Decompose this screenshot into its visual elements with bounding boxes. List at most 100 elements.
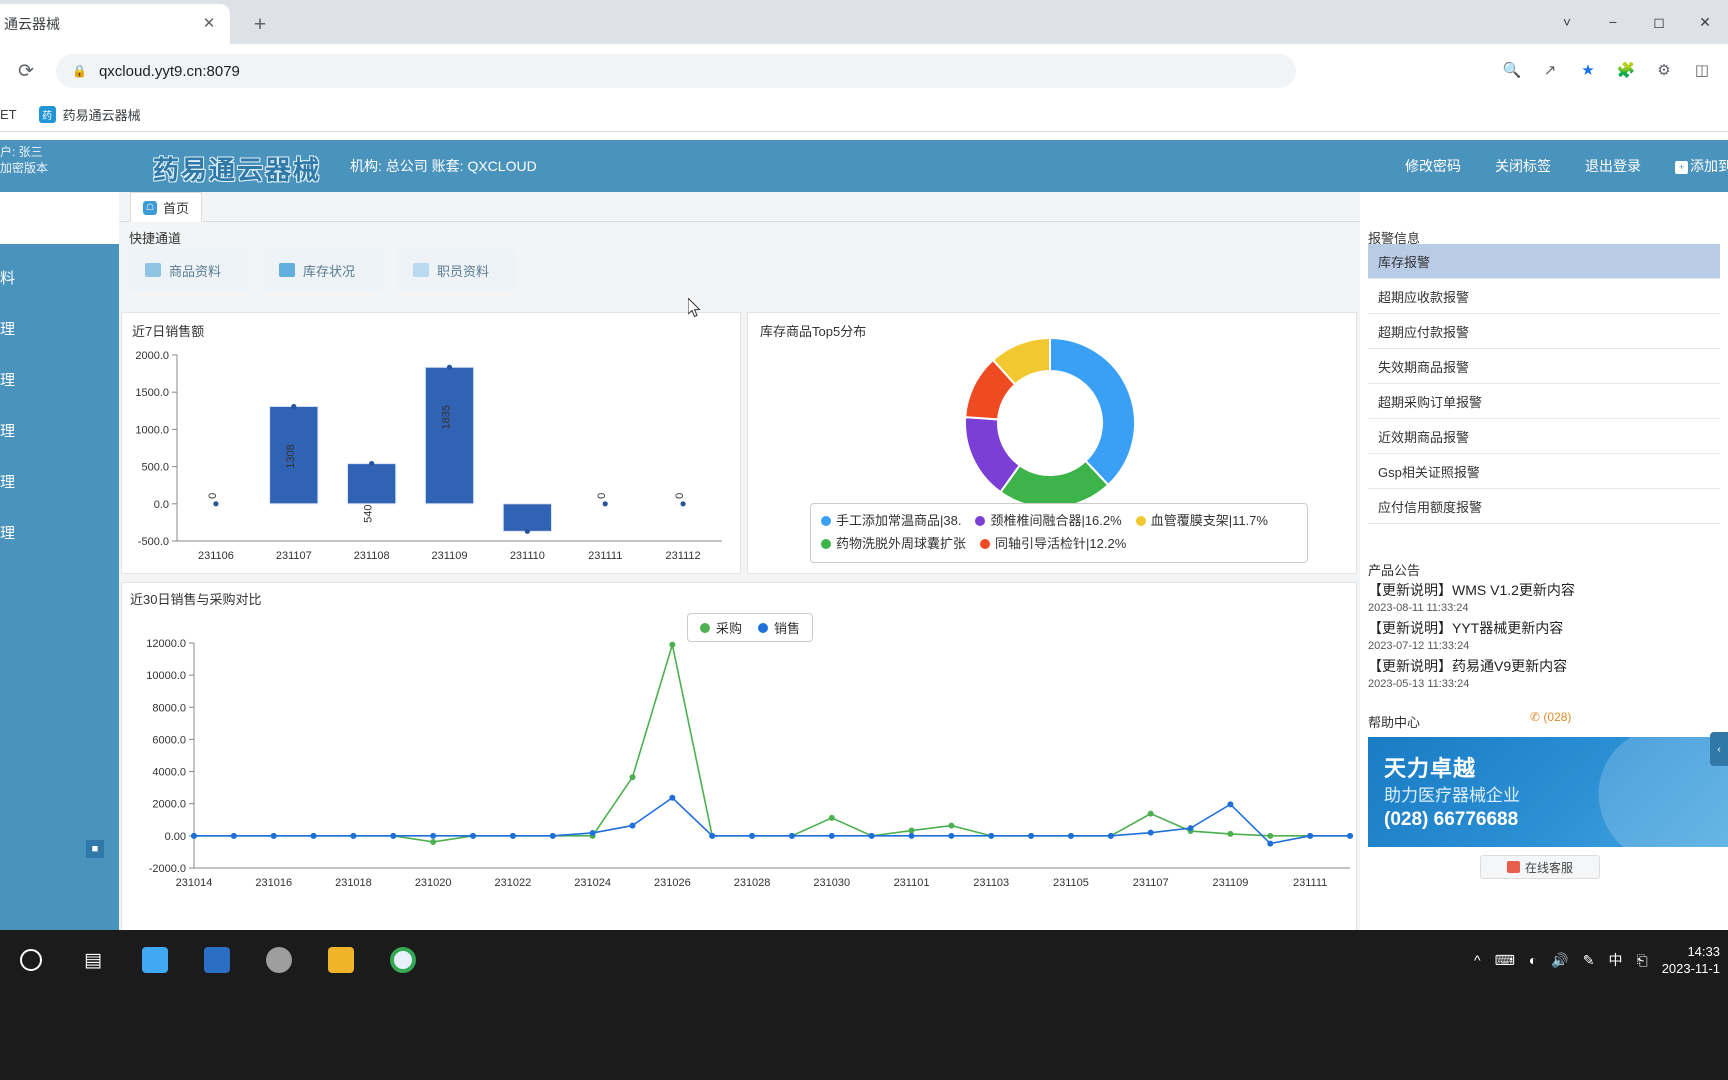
outlook-icon[interactable] [186, 930, 248, 990]
logout-link[interactable]: 退出登录 [1585, 156, 1641, 176]
close-icon[interactable]: ✕ [200, 15, 218, 33]
alarm-item-label: 应付信用额度报警 [1378, 499, 1483, 515]
svg-text:500.0: 500.0 [141, 462, 169, 474]
pie-legend-item[interactable]: 手工添加常温商品|38. [821, 510, 961, 532]
start-circle-icon[interactable] [0, 930, 62, 990]
alarm-item[interactable]: 超期应付款报警 [1368, 314, 1720, 349]
svg-text:231018: 231018 [335, 877, 372, 889]
pie-legend-item[interactable]: 同轴引导活检针|12.2% [980, 533, 1126, 555]
alarm-item-label: 超期采购订单报警 [1378, 394, 1483, 410]
notice-item-title[interactable]: 【更新说明】YYT器械更新内容 [1368, 618, 1720, 638]
ime-indicator[interactable]: 中 [1608, 950, 1622, 970]
pie-legend-label: 药物洗脱外周球囊扩张 [836, 536, 967, 551]
sidebar-item-4[interactable]: 理 [0, 456, 119, 507]
quick-card-staff[interactable]: 职员资料 [397, 248, 517, 292]
svg-text:231028: 231028 [734, 877, 771, 889]
notice-item-title[interactable]: 【更新说明】药易通V9更新内容 [1368, 656, 1720, 676]
task-view-icon[interactable]: ▤ [62, 930, 124, 990]
quick-card-stock[interactable]: 库存状况 [263, 248, 383, 292]
network-icon[interactable]: ◐ [1529, 952, 1537, 968]
help-phone-number: (028) [1543, 710, 1572, 724]
online-service-button[interactable]: 在线客服 [1480, 855, 1600, 879]
add-to-quick-link[interactable]: +添加到快捷通道 [1675, 156, 1728, 176]
legend-dot-icon [975, 516, 986, 526]
alarm-item-label: 失效期商品报警 [1378, 359, 1470, 375]
chevron-down-icon[interactable]: ˅ [1544, 0, 1590, 44]
pie-legend-item[interactable]: 药物洗脱外周球囊扩张 [821, 533, 966, 555]
alarm-item[interactable]: Gsp相关证照报警 [1368, 454, 1720, 489]
alarm-item[interactable]: 应付信用额度报警 [1368, 489, 1720, 524]
folder-icon[interactable] [310, 930, 372, 990]
pen-icon[interactable]: ✎ [1583, 952, 1595, 969]
address-bar[interactable]: 🔒 qxcloud.yyt9.cn:8079 [56, 54, 1296, 88]
star-icon[interactable]: ★ [1572, 54, 1604, 86]
alarm-item[interactable]: 库存报警 [1368, 244, 1720, 279]
maximize-icon[interactable]: ◻ [1636, 0, 1682, 44]
ime-keyboard-icon[interactable]: ⎗ [1636, 952, 1647, 969]
reload-icon[interactable]: ⟳ [8, 53, 44, 89]
svg-text:1308: 1308 [285, 444, 297, 468]
clock[interactable]: 14:33 2023-11-1 [1662, 943, 1720, 977]
close-icon[interactable]: ✕ [1682, 0, 1728, 44]
svg-text:231110: 231110 [510, 550, 545, 562]
plus-icon[interactable]: + [246, 12, 274, 40]
pie-legend[interactable]: 手工添加常温商品|38. 颈椎椎间融合器|16.2% 血管覆膜支架|11.7% 药物洗… [810, 503, 1308, 563]
sidebar-item-0[interactable]: 料 [0, 252, 119, 303]
bookmark-item[interactable]: 药 药易通云器械 [38, 105, 141, 124]
ad-decoration [1578, 737, 1728, 847]
browser-circle-icon[interactable] [248, 930, 310, 990]
tab-home[interactable]: ☖ 首页 [130, 192, 203, 222]
legend-dot-icon [980, 539, 991, 549]
svg-text:2000.0: 2000.0 [135, 350, 169, 362]
svg-text:231107: 231107 [276, 550, 312, 562]
puzzle-extension-icon[interactable]: 🧩 [1610, 54, 1642, 86]
change-password-link[interactable]: 修改密码 [1405, 156, 1461, 176]
sidebar-item-1[interactable]: 理 [0, 303, 119, 354]
pie-legend-item[interactable]: 血管覆膜支架|11.7% [1135, 510, 1268, 532]
browser-tab[interactable]: 通云器械 ✕ [0, 4, 230, 44]
quick-card-goods[interactable]: 商品资料 [129, 248, 249, 292]
lock-icon: 🔒 [72, 64, 87, 78]
sidepanel-icon[interactable]: ◫ [1686, 54, 1718, 86]
box-icon [279, 263, 295, 277]
bookmark-partial[interactable]: ET [0, 107, 17, 122]
sync-icon[interactable]: ⚙ [1648, 54, 1680, 86]
browser-toolbar: ⟳ 🔒 qxcloud.yyt9.cn:8079 🔍 ↗ ★ 🧩 ⚙ ◫ [0, 44, 1728, 98]
alarm-item[interactable]: 失效期商品报警 [1368, 349, 1720, 384]
zoom-search-icon[interactable]: 🔍 [1496, 54, 1528, 86]
ad-banner[interactable]: 天力卓越 助力医疗器械企业 (028) 66776688 [1368, 737, 1728, 847]
sidebar-item-2[interactable]: 理 [0, 354, 119, 405]
minimize-icon[interactable]: − [1590, 0, 1636, 44]
plus-square-icon: + [1675, 161, 1688, 174]
alarm-item[interactable]: 超期应收款报警 [1368, 279, 1720, 314]
svg-text:231108: 231108 [354, 550, 390, 562]
line-chart-svg[interactable]: 12000.0 10000.0 8000.0 6000.0 4000.0 2000.0 0.… [122, 583, 1358, 931]
chevron-icon[interactable]: ‹ [1710, 732, 1728, 766]
bar-chart-svg[interactable]: 2000.0 1500.0 1000.0 500.0 0.0 -500.0 0 231106 1… [122, 313, 742, 575]
add-to-quick-label: 添加到快捷通道 [1690, 158, 1728, 174]
bookmarks-bar: ET 药 药易通云器械 [0, 98, 1728, 132]
svg-text:540: 540 [363, 504, 375, 522]
volume-icon[interactable]: 🔊 [1551, 952, 1568, 969]
svg-text:231111: 231111 [1293, 877, 1327, 889]
sidebar-item-5[interactable]: 理 [0, 507, 119, 558]
alarm-item[interactable]: 近效期商品报警 [1368, 419, 1720, 454]
svg-text:1500.0: 1500.0 [135, 387, 169, 399]
bar-chart-panel: 近7日销售额 2000.0 1500.0 1000.0 500.0 0.0 -500.0 0… [121, 312, 741, 574]
keyboard-icon[interactable]: ⌨ [1495, 952, 1515, 969]
share-icon[interactable]: ↗ [1534, 54, 1566, 86]
pie-legend-label: 手工添加常温商品|38. [836, 513, 962, 528]
explorer-blue-icon[interactable] [124, 930, 186, 990]
chevron-up-icon[interactable]: ^ [1474, 952, 1481, 968]
collapse-icon[interactable]: ■ [86, 840, 104, 858]
chrome-icon[interactable] [372, 930, 434, 990]
sidebar-item-3[interactable]: 理 [0, 405, 119, 456]
svg-text:231112: 231112 [666, 550, 701, 562]
pie-legend-item[interactable]: 颈椎椎间融合器|16.2% [975, 510, 1122, 532]
notice-item-date: 2023-08-11 11:33:24 [1368, 602, 1469, 614]
alarm-item[interactable]: 超期采购订单报警 [1368, 384, 1720, 419]
close-tabs-link[interactable]: 关闭标签 [1495, 156, 1551, 176]
ad-line1: 天力卓越 [1384, 756, 1477, 781]
notice-item-title[interactable]: 【更新说明】WMS V1.2更新内容 [1368, 580, 1720, 600]
quick-card-label: 库存状况 [303, 263, 356, 279]
